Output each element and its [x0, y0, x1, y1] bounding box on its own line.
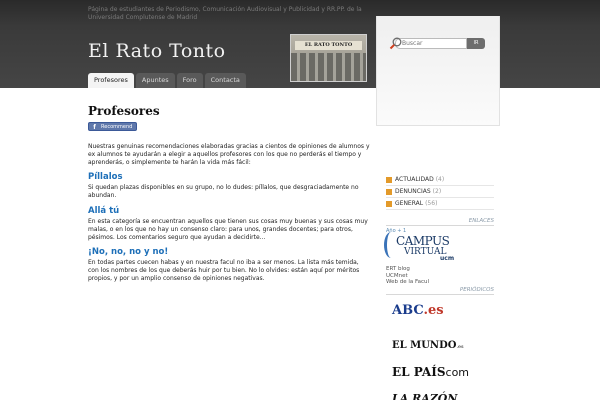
sidebar-links: ERT blog UCMnet Web de la Facul — [386, 266, 429, 286]
tab-profesores[interactable]: Profesores — [88, 73, 134, 88]
category-label: ACTUALIDAD — [395, 175, 434, 183]
facebook-recommend-button[interactable]: Recommend — [88, 122, 138, 132]
site-tagline: Página de estudiantes de Periodismo, Com… — [88, 6, 362, 21]
sidebar-top-panel — [376, 16, 500, 126]
search-box — [395, 38, 467, 49]
category-count: (56) — [425, 199, 438, 207]
abc-ext: .es — [423, 303, 444, 318]
category-item-actualidad[interactable]: ACTUALIDAD (4) — [386, 174, 494, 186]
periodicos-heading: PERIÓDICOS — [386, 287, 494, 295]
site-title[interactable]: El Rato Tonto — [88, 40, 226, 62]
header-banner-image: EL RATO TONTO — [290, 34, 367, 82]
section-heading-no-no-no[interactable]: ¡No, no, no y no! — [88, 247, 370, 257]
category-count: (2) — [432, 187, 442, 195]
category-list: ACTUALIDAD (4) DENUNCIAS (2) GENERAL (56… — [386, 174, 494, 210]
abc-main: ABC — [392, 303, 424, 318]
category-item-denuncias[interactable]: DENUNCIAS (2) — [386, 186, 494, 198]
newspaper-elmundo-logo[interactable]: EL MUNDO.es — [392, 340, 464, 351]
page-title: Profesores — [88, 104, 160, 118]
section-text: En todas partes cuecen habas y en nuestr… — [88, 259, 360, 282]
pais-ext: com — [445, 366, 470, 379]
category-bullet-icon — [386, 176, 392, 183]
main-nav: Profesores Apuntes Foro Contacta — [88, 73, 246, 88]
main-content: Profesores Recommend Nuestras genuinas r… — [88, 104, 370, 283]
category-count: (4) — [435, 175, 445, 183]
section-heading-alla-tu[interactable]: Allá tú — [88, 206, 370, 216]
pais-main: EL PAÍS — [392, 365, 446, 379]
enlaces-heading: ENLACES — [386, 218, 494, 226]
banner-building-facade — [291, 53, 366, 81]
section-text: Si quedan plazas disponibles en su grupo… — [88, 184, 359, 200]
category-item-general[interactable]: GENERAL (56) — [386, 198, 494, 210]
campus-line1: CAMPUS — [396, 234, 450, 248]
campus-ucm: ucm — [440, 255, 455, 262]
banner-sign: EL RATO TONTO — [295, 41, 362, 50]
tab-apuntes[interactable]: Apuntes — [135, 73, 175, 88]
newspaper-larazon-logo[interactable]: LA RAZÓN — [392, 392, 457, 400]
category-label: GENERAL — [395, 199, 424, 207]
search-button[interactable]: IR — [467, 38, 485, 49]
site-header: Página de estudiantes de Periodismo, Com… — [0, 0, 600, 88]
search-icon — [389, 37, 402, 50]
newspaper-elpais-logo[interactable]: EL PAÍScom — [392, 365, 469, 379]
category-label: DENUNCIAS — [395, 187, 431, 195]
tab-contacta[interactable]: Contacta — [204, 73, 246, 88]
mundo-main: EL MUNDO — [392, 340, 457, 351]
link-web-facul[interactable]: Web de la Facul — [386, 279, 429, 286]
category-bullet-icon — [386, 188, 392, 195]
category-bullet-icon — [386, 200, 392, 207]
search-input[interactable] — [396, 39, 466, 48]
tab-foro[interactable]: Foro — [176, 73, 203, 88]
intro-text: Nuestras genuinas recomendaciones elabor… — [88, 143, 370, 166]
section-text: En esta categoría se encuentran aquellos… — [88, 217, 368, 241]
section-heading-pillalos[interactable]: Píllalos — [88, 172, 370, 182]
mundo-ext: .es — [456, 344, 464, 350]
newspaper-abc-logo[interactable]: ABC.es — [392, 303, 444, 318]
